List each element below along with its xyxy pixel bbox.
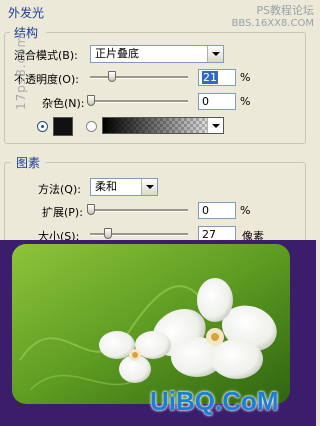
noise-slider-track[interactable]	[90, 100, 188, 103]
bottom-watermark: UiBQ.CoM	[150, 386, 279, 416]
noise-label: 杂色(N):	[42, 97, 85, 110]
panel-title: 外发光	[8, 6, 45, 20]
gradient-radio[interactable]	[86, 121, 97, 132]
elements-title: 图素	[16, 156, 41, 170]
blend-mode-dropdown[interactable]: 正片叠底	[90, 45, 224, 63]
opacity-slider-thumb[interactable]	[108, 71, 116, 82]
noise-value: 0	[202, 95, 209, 108]
spread-field[interactable]: 0	[198, 202, 236, 219]
radio-dot-icon	[41, 125, 44, 128]
side-watermark-text: 17ps8.com	[14, 34, 28, 110]
opacity-value: 21	[202, 71, 218, 84]
noise-unit: %	[240, 95, 251, 108]
side-watermark: 17ps8.com	[14, 35, 28, 110]
top-watermark-line1: PS教程论坛	[256, 4, 314, 17]
preview-canvas: UiBQ.CoM	[0, 240, 316, 426]
spread-slider-track[interactable]	[90, 209, 188, 212]
glow-color-swatch[interactable]	[53, 117, 73, 136]
spread-slider-thumb[interactable]	[87, 204, 95, 215]
spread-unit: %	[240, 204, 251, 217]
technique-value: 柔和	[95, 180, 117, 193]
technique-label: 方法(Q):	[38, 183, 81, 196]
solid-color-radio[interactable]	[37, 121, 48, 132]
top-watermark: PS教程论坛 BBS.16XX8.COM	[222, 2, 314, 29]
blend-mode-value: 正片叠底	[95, 47, 139, 60]
gradient-picker[interactable]	[102, 117, 224, 134]
top-watermark-line2: BBS.16XX8.COM	[231, 18, 314, 29]
spread-value: 0	[202, 204, 209, 217]
technique-dropdown[interactable]: 柔和	[90, 178, 158, 196]
spread-label: 扩展(P):	[42, 206, 83, 219]
noise-slider-thumb[interactable]	[87, 95, 95, 106]
opacity-field[interactable]: 21	[198, 69, 236, 86]
size-slider-thumb[interactable]	[104, 228, 112, 239]
chevron-down-icon[interactable]	[141, 179, 157, 195]
chevron-down-icon[interactable]	[207, 46, 223, 62]
opacity-unit: %	[240, 71, 251, 84]
noise-field[interactable]: 0	[198, 93, 236, 110]
chevron-down-icon[interactable]	[207, 118, 223, 133]
opacity-slider-track[interactable]	[90, 76, 188, 79]
